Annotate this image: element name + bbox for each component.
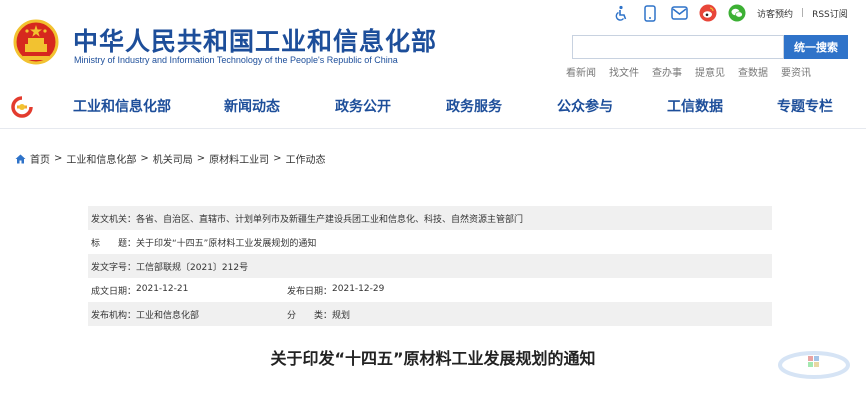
quick-link-services[interactable]: 查办事 — [652, 64, 682, 79]
nav-item-data[interactable]: 工信数据 — [667, 96, 723, 116]
top-separator: | — [801, 8, 805, 18]
quick-link-files[interactable]: 找文件 — [609, 64, 639, 79]
category-value: 规划 — [332, 310, 351, 321]
info-row-title: 标 题： 关于印发“十四五”原材料工业发展规划的通知 — [88, 230, 772, 254]
published-date-label: 发布日期： — [287, 286, 333, 297]
weibo-icon[interactable] — [699, 4, 717, 22]
nav-item-news[interactable]: 新闻动态 — [224, 96, 280, 116]
published-date-cell: 发布日期： 2021-12-29 — [287, 284, 483, 297]
org-label: 发布机构： — [91, 310, 137, 321]
nav-item-special-topics[interactable]: 专题专栏 — [777, 96, 833, 116]
created-date-cell: 成文日期： 2021-12-21 — [91, 284, 287, 297]
site-title: 中华人民共和国工业和信息化部 — [73, 27, 438, 56]
info-row-docno: 发文字号： 工信部联规〔2021〕212号 — [88, 254, 772, 278]
docno-value: 工信部联规〔2021〕212号 — [136, 262, 249, 273]
home-icon — [15, 154, 26, 163]
quick-link-data[interactable]: 查数据 — [738, 64, 768, 79]
quick-links: 看新闻 找文件 查办事 提意见 查数据 要资讯 — [566, 64, 824, 79]
org-value: 工业和信息化部 — [136, 310, 200, 321]
category-cell: 分 类： 规划 — [287, 308, 483, 321]
top-utility-bar: 访客预约 | RSS订阅 — [612, 4, 848, 22]
breadcrumb-work-news[interactable]: 工作动态 — [286, 151, 326, 166]
nav-item-public-participation[interactable]: 公众参与 — [557, 96, 613, 116]
breadcrumb-separator: > — [196, 153, 206, 164]
nav-item-miit[interactable]: 工业和信息化部 — [73, 96, 171, 116]
info-row-issuer: 发文机关： 各省、自治区、直辖市、计划单列市及新疆生产建设兵团工业和信息化、科技… — [88, 206, 772, 230]
breadcrumb-raw-materials-dept[interactable]: 原材料工业司 — [209, 151, 269, 166]
document-info-table: 发文机关： 各省、自治区、直辖市、计划单列市及新疆生产建设兵团工业和信息化、科技… — [88, 206, 772, 326]
published-date-value: 2021-12-29 — [332, 283, 385, 294]
category-label: 分 类： — [287, 310, 333, 321]
org-cell: 发布机构： 工业和信息化部 — [91, 308, 287, 321]
article-title: 关于印发“十四五”原材料工业发展规划的通知 — [270, 349, 596, 368]
nav-item-government-services[interactable]: 政务服务 — [446, 96, 502, 116]
nav-item-government-affairs[interactable]: 政务公开 — [335, 96, 391, 116]
miit-logo-icon[interactable] — [11, 96, 33, 118]
info-row-org: 发布机构： 工业和信息化部 分 类： 规划 — [88, 302, 772, 326]
issuer-value: 各省、自治区、直辖市、计划单列市及新疆生产建设兵团工业和信息化、科技、自然资源主… — [136, 214, 524, 225]
breadcrumb-departments[interactable]: 机关司局 — [153, 151, 193, 166]
title-label: 标 题： — [91, 238, 137, 249]
quick-link-feedback[interactable]: 提意见 — [695, 64, 725, 79]
wechat-icon[interactable] — [728, 4, 746, 22]
issuer-label: 发文机关： — [91, 214, 137, 225]
breadcrumb-separator: > — [140, 153, 149, 164]
main-nav: 工业和信息化部 新闻动态 政务公开 政务服务 公众参与 工信数据 专题专栏 — [0, 85, 866, 129]
mobile-icon[interactable] — [641, 4, 659, 22]
breadcrumb-home[interactable]: 首页 — [30, 151, 50, 166]
watermark-logo — [778, 351, 850, 379]
national-emblem-logo — [13, 19, 59, 65]
breadcrumb-miit[interactable]: 工业和信息化部 — [66, 151, 136, 166]
unified-search-button[interactable]: 统一搜索 — [784, 35, 848, 59]
visitor-appointment-link[interactable]: 访客预约 — [757, 7, 793, 20]
info-row-dates: 成文日期： 2021-12-21 发布日期： 2021-12-29 — [88, 278, 772, 302]
quick-link-info[interactable]: 要资讯 — [781, 64, 811, 79]
breadcrumb-separator: > — [273, 153, 282, 164]
accessibility-icon[interactable] — [612, 4, 630, 22]
created-date-label: 成文日期： — [91, 286, 137, 297]
site-subtitle: Ministry of Industry and Information Tec… — [74, 55, 398, 65]
created-date-value: 2021-12-21 — [136, 283, 189, 294]
mail-icon[interactable] — [670, 4, 688, 22]
docno-label: 发文字号： — [91, 262, 137, 273]
breadcrumb-separator: > — [54, 153, 63, 164]
search-input[interactable] — [572, 35, 784, 59]
quick-link-news[interactable]: 看新闻 — [566, 64, 596, 79]
rss-subscribe-link[interactable]: RSS订阅 — [812, 7, 848, 20]
title-value: 关于印发“十四五”原材料工业发展规划的通知 — [136, 238, 317, 249]
breadcrumb: 首页 > 工业和信息化部 > 机关司局 > 原材料工业司 > 工作动态 — [15, 151, 326, 166]
